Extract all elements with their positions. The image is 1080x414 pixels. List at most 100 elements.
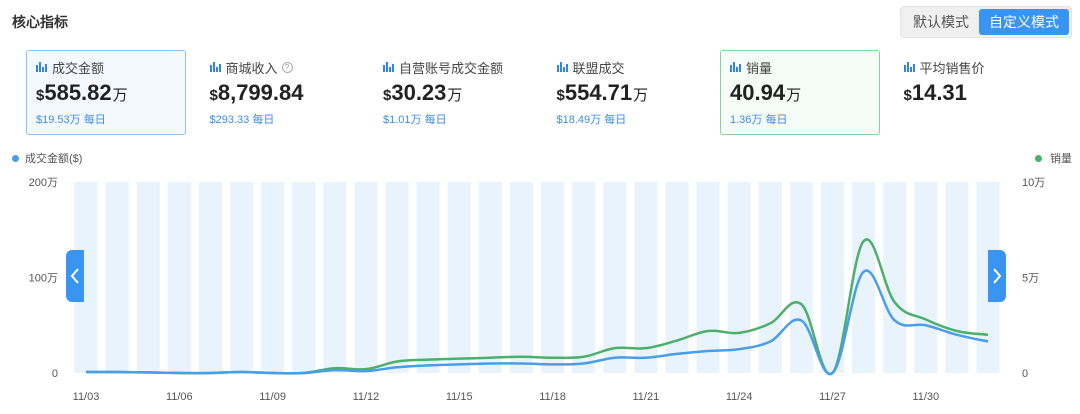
bar-chart-icon: [209, 62, 221, 72]
metric-unit: 万: [112, 87, 128, 104]
grid-band: [447, 182, 471, 373]
grid-band: [198, 182, 222, 373]
grid-band: [541, 182, 565, 373]
chevron-right-icon[interactable]: [988, 250, 1006, 302]
chevron-left-icon[interactable]: [66, 250, 84, 302]
grid-band: [136, 182, 160, 373]
metric-card[interactable]: 商城收入? $8,799.84 $293.33 每日: [200, 50, 360, 135]
metric-unit: 万: [447, 87, 463, 104]
bar-chart-icon: [903, 62, 915, 72]
currency-symbol: $: [903, 87, 912, 104]
metric-daily: $293.33 每日: [209, 114, 275, 126]
metric-label: 成交金额: [36, 59, 176, 76]
grid-band: [229, 182, 254, 373]
metric-card[interactable]: 平均销售价 $14.31: [894, 50, 1054, 135]
metric-number: 585.82: [44, 80, 112, 105]
y-left-tick-label: 0: [52, 368, 58, 380]
x-tick-label: 11/06: [166, 391, 193, 403]
metric-daily: 1.36万 每日: [730, 114, 788, 126]
metric-number: 14.31: [911, 80, 967, 105]
metric-label: 平均销售价: [903, 59, 1044, 76]
metric-number: 554.71: [564, 80, 633, 105]
metric-card[interactable]: 联盟成交 $554.71 万 $18.49万 每日: [547, 50, 707, 135]
legend-dot-gmv: [12, 154, 19, 162]
metric-name: 销量: [746, 60, 773, 76]
grid-band: [789, 182, 813, 373]
x-tick-label: 11/30: [912, 391, 939, 403]
metric-value: 40.94 万: [730, 80, 870, 108]
currency-symbol: $: [383, 87, 392, 104]
metric-name: 平均销售价: [919, 60, 985, 76]
grid-band: [665, 182, 689, 373]
metric-card[interactable]: 自营账号成交金额 $30.23 万 $1.01万 每日: [373, 50, 533, 135]
metric-daily: $18.49万 每日: [556, 114, 627, 126]
bar-chart-icon: [383, 62, 394, 72]
grid-band: [167, 182, 191, 373]
default-mode-button[interactable]: 默认模式: [903, 9, 979, 35]
metric-number: 30.23: [391, 80, 447, 105]
grid-band: [914, 182, 938, 373]
grid-band: [727, 182, 751, 373]
legend-left[interactable]: 成交金额($): [12, 150, 82, 166]
question-circle-icon[interactable]: ?: [281, 61, 293, 73]
grid-band: [509, 182, 533, 373]
legend-right[interactable]: 销量: [1035, 150, 1072, 166]
page-title: 核心指标: [12, 14, 68, 30]
y-right-tick-label: 5万: [1022, 273, 1039, 285]
custom-mode-button[interactable]: 自定义模式: [979, 9, 1069, 35]
metric-unit: 万: [633, 87, 649, 104]
metric-daily: $19.53万 每日: [36, 114, 106, 126]
metric-name: 商城收入: [225, 60, 278, 76]
metric-card[interactable]: 销量 40.94 万 1.36万 每日: [720, 50, 880, 135]
legend-label-sales: 销量: [1050, 153, 1072, 165]
metric-name: 成交金额: [52, 60, 105, 76]
x-tick-label: 11/24: [726, 391, 753, 403]
grid-band: [634, 182, 658, 373]
bar-chart-icon: [556, 62, 568, 72]
metric-number: 8,799.84: [217, 80, 304, 105]
bar-chart-icon: [36, 62, 47, 72]
grid-band: [385, 182, 409, 373]
grid-band: [354, 182, 378, 373]
metric-value: $585.82 万: [36, 80, 176, 108]
x-tick-label: 11/12: [353, 391, 380, 403]
bar-chart-icon: [730, 62, 741, 72]
currency-symbol: $: [556, 87, 565, 104]
y-right-tick-label: 10万: [1022, 177, 1045, 189]
grid-band: [945, 182, 969, 373]
metric-label: 自营账号成交金额: [383, 59, 523, 76]
metric-unit: 万: [786, 87, 802, 104]
grid-band: [603, 182, 627, 373]
metric-cards: 成交金额 $585.82 万 $19.53万 每日 商城收入? $8,799.84 $293…: [26, 50, 1067, 135]
metric-value: $8,799.84: [210, 80, 350, 108]
y-left-tick-label: 100万: [29, 273, 58, 285]
x-tick-label: 11/15: [446, 391, 473, 403]
currency-symbol: $: [36, 87, 45, 104]
currency-symbol: $: [209, 87, 218, 104]
metric-daily: $1.01万 每日: [383, 114, 447, 126]
grid-band: [478, 182, 502, 373]
grid-band: [883, 182, 907, 373]
x-tick-label: 11/18: [539, 391, 566, 403]
x-tick-label: 11/09: [259, 391, 286, 403]
grid-band: [852, 182, 876, 373]
metric-label: 商城收入?: [209, 59, 350, 76]
grid-band: [261, 182, 285, 373]
metric-name: 自营账号成交金额: [399, 60, 504, 76]
metric-number: 40.94: [730, 80, 786, 105]
metric-label: 销量: [730, 59, 870, 76]
grid-band: [105, 182, 129, 373]
metric-label: 联盟成交: [556, 59, 697, 76]
grid-band: [292, 182, 316, 373]
metric-name: 联盟成交: [572, 60, 625, 76]
x-tick-label: 11/27: [819, 391, 846, 403]
legend-dot-sales: [1035, 154, 1042, 162]
metric-card[interactable]: 成交金额 $585.82 万 $19.53万 每日: [26, 50, 186, 135]
x-tick-label: 11/03: [73, 391, 100, 403]
grid-band: [696, 182, 720, 373]
metric-value: $30.23 万: [383, 80, 523, 108]
metric-value: $554.71 万: [557, 80, 697, 108]
grid-band: [572, 182, 596, 373]
legend-label-gmv: 成交金额($): [25, 153, 83, 165]
trend-chart: 0 100万 200万 0 5万 10万 11/03 11/06 11/09 11/12 11/15…: [29, 177, 1046, 403]
